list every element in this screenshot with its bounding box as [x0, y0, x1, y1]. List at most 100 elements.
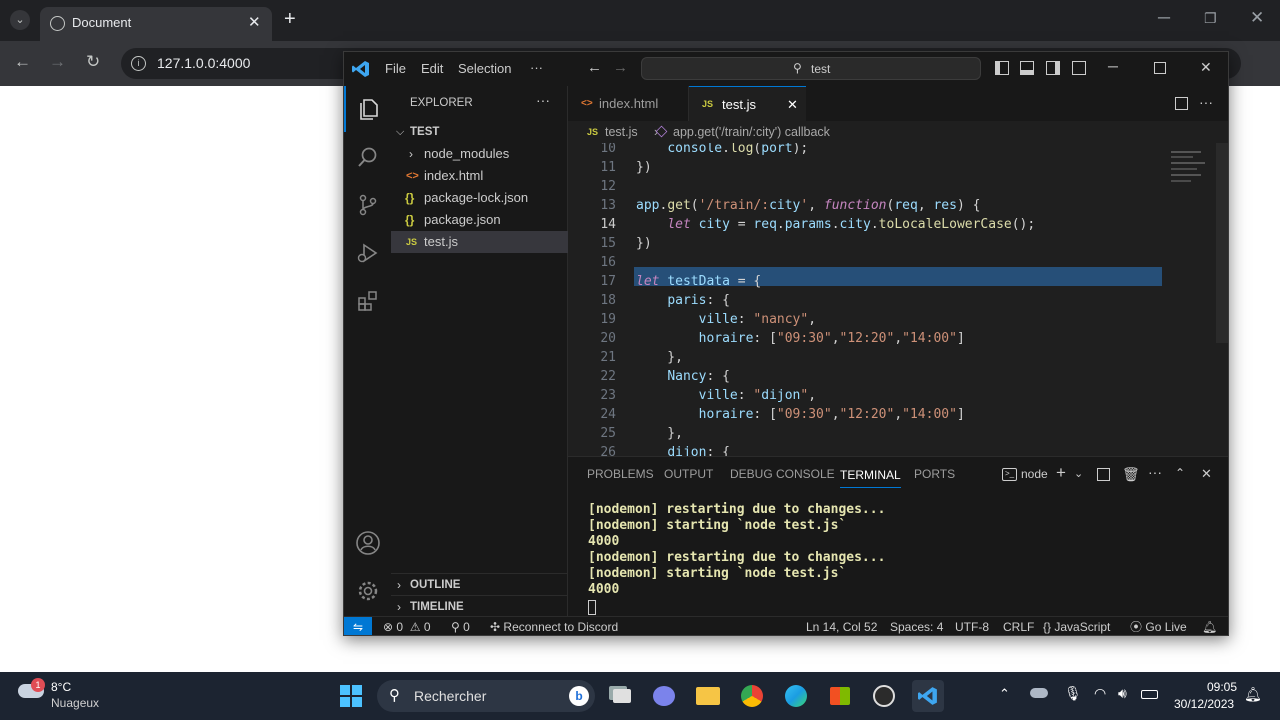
split-terminal-icon[interactable] [1097, 468, 1110, 481]
code-editor[interactable]: 10 console.log(port); 11}) 12 13 app.get('/t… [568, 143, 1168, 456]
tab-test-js[interactable]: JS test.js ✕ [689, 86, 806, 121]
battery-icon[interactable] [1141, 690, 1158, 699]
menu-more[interactable]: ··· [530, 60, 543, 75]
run-debug-activity[interactable] [344, 230, 391, 276]
editor-scrollbar[interactable] [1216, 143, 1228, 343]
ports-status[interactable]: ⚲ 0 [451, 617, 470, 635]
obs-icon[interactable] [868, 680, 900, 712]
file-explorer-icon[interactable] [692, 680, 724, 712]
browser-tab-document[interactable]: Document ✕ [40, 7, 272, 41]
panel-tab-terminal[interactable]: TERMINAL [840, 462, 901, 488]
vscode-close-icon[interactable]: ✕ [1200, 59, 1212, 76]
toggle-sidebar-icon[interactable] [995, 61, 1009, 75]
show-hidden-icons-icon[interactable]: ⌃ [999, 686, 1010, 702]
tree-item-package-lock[interactable]: {} package-lock.json [391, 187, 568, 209]
cursor-position[interactable]: Ln 14, Col 52 [806, 617, 877, 635]
menu-edit[interactable]: Edit [421, 61, 443, 76]
breadcrumb-file[interactable]: test.js [605, 121, 638, 143]
tab-index-html[interactable]: <> index.html [568, 86, 689, 121]
panel-tab-ports[interactable]: PORTS [914, 457, 955, 492]
line-ending[interactable]: CRLF [1003, 617, 1034, 635]
taskbar-search[interactable]: ⚲ Rechercher b [377, 680, 595, 712]
edge-icon[interactable] [780, 680, 812, 712]
minimize-icon[interactable]: ─ [1158, 8, 1170, 28]
tree-item-package-json[interactable]: {} package.json [391, 209, 568, 231]
terminal-output[interactable]: [nodemon] restarting due to changes... [n… [568, 502, 1228, 617]
remote-indicator[interactable]: ⇋ [344, 617, 372, 635]
chrome-icon[interactable] [736, 680, 768, 712]
go-live[interactable]: ⦿ Go Live [1130, 617, 1187, 635]
panel-tab-problems[interactable]: PROBLEMS [587, 457, 654, 492]
nav-back-icon[interactable]: ← [587, 59, 602, 76]
notifications-bell-icon[interactable]: 🔔︎ [1202, 617, 1217, 635]
new-tab-icon[interactable]: + [284, 9, 296, 29]
timeline-section[interactable]: › TIMELINE [391, 595, 568, 617]
code-text: }) [636, 160, 652, 175]
trash-icon[interactable]: 🗑 [1122, 466, 1140, 483]
terminal-name[interactable]: node [1021, 467, 1048, 481]
customize-layout-icon[interactable] [1072, 61, 1086, 75]
panel-tab-output[interactable]: OUTPUT [664, 457, 713, 492]
site-info-icon[interactable]: i [131, 56, 146, 71]
tree-item-index-html[interactable]: <> index.html [391, 165, 568, 187]
problems-status[interactable]: ⊗ 0 ⚠ 0 [383, 617, 431, 635]
back-icon[interactable]: ← [14, 52, 31, 72]
toggle-secondary-sidebar-icon[interactable] [1046, 61, 1060, 75]
microphone-icon[interactable]: 🎙︎ [1064, 685, 1082, 702]
teams-icon[interactable] [648, 680, 680, 712]
maximize-panel-icon[interactable]: ⌃ [1175, 466, 1185, 480]
weather-widget[interactable]: 1 8°C Nuageux [14, 678, 104, 714]
vscode-taskbar-icon[interactable] [912, 680, 944, 712]
tab-search-chevron-icon[interactable]: ⌄ [10, 10, 30, 30]
breadcrumb-symbol[interactable]: app.get('/train/:city') callback [673, 121, 830, 143]
maximize-icon[interactable]: ❐ [1204, 8, 1217, 28]
split-editor-icon[interactable] [1175, 97, 1188, 110]
tree-item-test-js[interactable]: JS test.js [391, 231, 568, 253]
close-icon[interactable]: ✕ [787, 87, 798, 122]
notification-bell-icon[interactable]: 🔔︎ [1244, 686, 1262, 703]
close-panel-icon[interactable]: ✕ [1201, 466, 1212, 482]
folder-test[interactable]: ⌵ TEST [391, 121, 568, 143]
encoding[interactable]: UTF-8 [955, 617, 989, 635]
menu-file[interactable]: File [385, 61, 406, 76]
editor-more-icon[interactable]: ··· [1199, 94, 1213, 110]
source-control-activity[interactable] [344, 182, 391, 228]
clock-time[interactable]: 09:05 [1207, 680, 1237, 694]
vscode-maximize-icon[interactable] [1154, 62, 1166, 74]
close-tab-icon[interactable]: ✕ [248, 13, 261, 31]
forward-icon[interactable]: → [49, 52, 66, 72]
start-button[interactable] [335, 680, 367, 712]
discord-status[interactable]: ✣ Reconnect to Discord [490, 617, 619, 635]
task-view-icon[interactable] [606, 680, 638, 712]
explorer-more-icon[interactable]: ··· [536, 92, 550, 108]
clock-date[interactable]: 30/12/2023 [1174, 697, 1234, 711]
extensions-activity[interactable] [344, 278, 391, 324]
code-text: paris: { [667, 293, 730, 308]
menu-selection[interactable]: Selection [458, 61, 511, 76]
nav-forward-icon[interactable]: → [613, 59, 628, 76]
new-terminal-icon[interactable]: + [1056, 463, 1066, 483]
explorer-activity[interactable] [344, 86, 391, 132]
language-mode[interactable]: {} JavaScript [1043, 617, 1110, 635]
indentation[interactable]: Spaces: 4 [890, 617, 943, 635]
toggle-panel-icon[interactable] [1020, 61, 1034, 75]
wifi-icon[interactable]: ◠ [1094, 685, 1106, 702]
terminal-dropdown-icon[interactable]: ⌄ [1074, 467, 1083, 480]
outline-section[interactable]: › OUTLINE [391, 573, 568, 595]
panel-more-icon[interactable]: ··· [1148, 464, 1162, 480]
close-window-icon[interactable]: ✕ [1250, 8, 1264, 28]
accounts-activity[interactable] [344, 520, 391, 566]
reload-icon[interactable]: ↻ [86, 52, 100, 72]
search-activity[interactable] [344, 134, 391, 180]
manage-activity[interactable] [344, 568, 391, 614]
discord-text: Reconnect to Discord [503, 620, 619, 634]
vscode-minimize-icon[interactable]: ─ [1108, 58, 1118, 74]
store-icon[interactable] [824, 680, 856, 712]
tree-item-node-modules[interactable]: › node_modules [391, 143, 568, 165]
volume-icon[interactable]: 🔊︎ [1118, 685, 1127, 702]
line-number: 15 [600, 236, 616, 251]
minimap[interactable] [1166, 143, 1216, 303]
panel-tab-debug-console[interactable]: DEBUG CONSOLE [730, 457, 835, 492]
command-center-search[interactable]: ⚲ test [641, 57, 981, 80]
onedrive-icon[interactable] [1030, 688, 1048, 698]
